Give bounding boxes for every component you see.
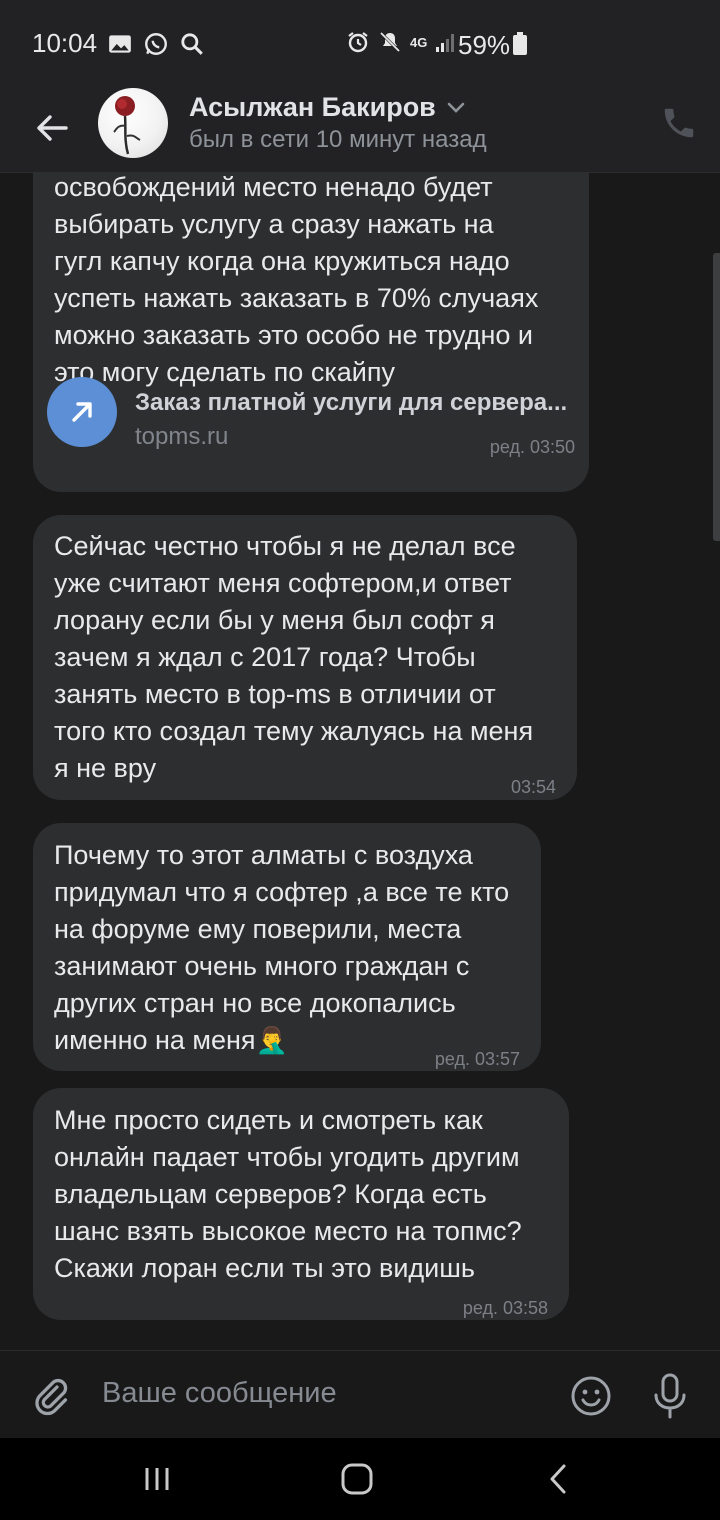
message-line: Скажи лоран если ты это видишь <box>54 1253 475 1283</box>
whatsapp-icon <box>145 32 168 55</box>
battery-icon <box>513 32 527 55</box>
facepalm-emoji: 🤦‍♂️ <box>255 1025 288 1055</box>
message-time: ред. 03:58 <box>462 1298 548 1318</box>
message-time: ред. 03:57 <box>434 1049 520 1069</box>
message-line: Сейчас честно чтобы я не делал все <box>54 531 516 561</box>
message-line: можно заказать это особо не трудно и <box>54 320 533 350</box>
scrollbar-thumb[interactable] <box>713 253 720 541</box>
message-line: шанс взять высокое место на топмс? <box>54 1216 522 1246</box>
signal-icon <box>436 34 455 52</box>
message-text: Мне просто сидеть и смотреть как онлайн … <box>54 1102 522 1287</box>
nav-back-icon[interactable] <box>546 1462 570 1496</box>
message-list[interactable]: освобождений место ненадо будет выбирать… <box>0 172 720 1350</box>
message-line: уже считают меня софтером,и ответ <box>54 568 512 598</box>
message-line: онлайн падает чтобы угодить другим <box>54 1142 520 1172</box>
avatar[interactable] <box>98 88 168 158</box>
alarm-icon <box>348 32 368 53</box>
message-bubble[interactable]: Сейчас честно чтобы я не делал все уже с… <box>33 515 577 800</box>
network-4g-icon: 4G <box>410 34 428 50</box>
message-time: ред. 03:50 <box>489 437 575 457</box>
message-line: владельцам серверов? Когда есть <box>54 1179 487 1209</box>
message-text: освобождений место ненадо будет выбирать… <box>54 172 538 391</box>
message-line: Почему то этот алматы с воздуха <box>54 840 473 870</box>
status-left: 10:04 <box>32 28 205 59</box>
status-time: 10:04 <box>32 28 98 58</box>
message-line: выбирать услугу а сразу нажать на <box>54 209 494 239</box>
microphone-icon[interactable] <box>652 1373 688 1419</box>
message-text: Сейчас честно чтобы я не делал все уже с… <box>54 528 533 787</box>
message-bubble[interactable]: освобождений место ненадо будет выбирать… <box>33 172 589 492</box>
status-bar: 10:04 4G 59% <box>0 0 720 88</box>
search-icon <box>181 32 203 55</box>
link-preview-icon[interactable] <box>47 377 117 447</box>
message-line: освобождений место ненадо будет <box>54 172 493 202</box>
system-nav-bar <box>0 1438 720 1520</box>
last-seen-status: был в сети 10 минут назад <box>189 126 487 153</box>
link-preview-title[interactable]: Заказ платной услуги для сервера... <box>135 384 567 421</box>
message-line: успеть нажать заказать в 70% случаях <box>54 283 539 313</box>
external-link-arrow-icon <box>72 402 92 422</box>
message-line: зачем я ждал с 2017 года? Чтобы <box>54 642 476 672</box>
mute-icon <box>379 31 401 53</box>
chevron-down-icon[interactable] <box>446 100 466 116</box>
avatar-rose-image <box>113 96 141 155</box>
paperclip-icon[interactable] <box>32 1375 70 1417</box>
message-line: Мне просто сидеть и смотреть как <box>54 1105 483 1135</box>
phone-call-icon[interactable] <box>660 104 698 142</box>
home-icon[interactable] <box>340 1462 374 1496</box>
status-right: 4G <box>346 30 457 54</box>
emoji-smile-icon[interactable] <box>570 1375 612 1417</box>
contact-name[interactable]: Асылжан Бакиров <box>189 92 436 123</box>
message-line: занимают очень много граждан с <box>54 951 470 981</box>
message-line: того кто создал тему жалуясь на меня <box>54 716 534 746</box>
message-line: я не вру <box>54 753 157 783</box>
message-bubble[interactable]: Почему то этот алматы с воздуха придумал… <box>33 823 541 1071</box>
link-preview-url[interactable]: topms.ru <box>135 418 228 455</box>
message-composer: Ваше сообщение <box>0 1350 720 1439</box>
gallery-icon <box>109 34 131 53</box>
message-line: лорану если бы у меня был софт я <box>54 605 495 635</box>
message-input[interactable]: Ваше сообщение <box>102 1377 337 1410</box>
message-line: других стран но все докопались <box>54 988 456 1018</box>
message-line: на форуме ему поверили, места <box>54 914 462 944</box>
chat-header: Асылжан Бакиров был в сети 10 минут наза… <box>0 88 720 173</box>
message-text: Почему то этот алматы с воздуха придумал… <box>54 837 509 1059</box>
message-line: гугл капчу когда она кружиться надо <box>54 246 510 276</box>
message-line: придумал что я софтер ,а все те кто <box>54 877 510 907</box>
recent-apps-icon[interactable] <box>142 1464 172 1494</box>
battery-percent: 59% <box>458 30 511 60</box>
message-line: занять место в top-ms в отличии от <box>54 679 496 709</box>
message-time: 03:54 <box>510 777 556 797</box>
message-line-text: именно на меня <box>54 1025 256 1055</box>
back-arrow-icon[interactable] <box>30 106 74 150</box>
message-bubble[interactable]: Мне просто сидеть и смотреть как онлайн … <box>33 1088 569 1320</box>
